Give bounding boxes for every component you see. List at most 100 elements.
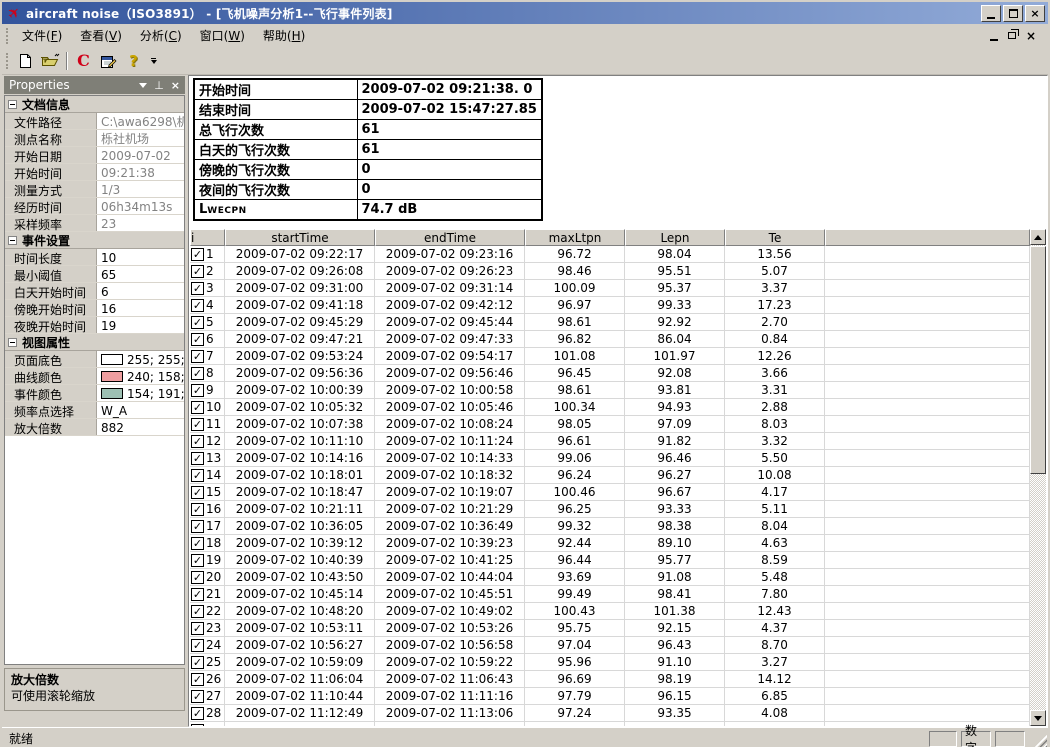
row-checkbox[interactable]: ✓	[191, 452, 204, 465]
row-checkbox[interactable]: ✓	[191, 367, 204, 380]
close-button[interactable]: ×	[1025, 5, 1045, 22]
table-row[interactable]: ✓122009-07-02 10:11:102009-07-02 10:11:2…	[190, 433, 1030, 450]
table-row[interactable]: ✓42009-07-02 09:41:182009-07-02 09:42:12…	[190, 297, 1030, 314]
table-row[interactable]: ✓252009-07-02 10:59:092009-07-02 10:59:2…	[190, 654, 1030, 671]
toolbar-grip[interactable]	[6, 53, 9, 69]
table-row[interactable]: ✓12009-07-02 09:22:172009-07-02 09:23:16…	[190, 246, 1030, 263]
menu-item-F[interactable]: 文件(F)	[13, 24, 71, 47]
mdi-minimize-icon[interactable]	[990, 39, 998, 41]
property-value[interactable]: 882	[97, 419, 184, 435]
new-document-button[interactable]	[13, 49, 38, 72]
minimize-button[interactable]	[981, 5, 1001, 22]
collapse-minus-icon[interactable]	[8, 236, 17, 245]
table-row[interactable]: ✓62009-07-02 09:47:212009-07-02 09:47:33…	[190, 331, 1030, 348]
row-checkbox[interactable]: ✓	[191, 469, 204, 482]
table-row[interactable]: ✓112009-07-02 10:07:382009-07-02 10:08:2…	[190, 416, 1030, 433]
table-row[interactable]: ✓212009-07-02 10:45:142009-07-02 10:45:5…	[190, 586, 1030, 603]
table-row[interactable]: ✓72009-07-02 09:53:242009-07-02 09:54:17…	[190, 348, 1030, 365]
table-row[interactable]: ✓172009-07-02 10:36:052009-07-02 10:36:4…	[190, 518, 1030, 535]
pin-icon[interactable]: ⊥	[154, 79, 164, 92]
open-file-button[interactable]	[38, 49, 63, 72]
property-value[interactable]: 6	[97, 283, 184, 299]
column-header-startTime[interactable]: startTime	[225, 229, 375, 246]
row-checkbox[interactable]: ✓	[191, 690, 204, 703]
row-checkbox[interactable]: ✓	[191, 418, 204, 431]
table-row[interactable]: ✓92009-07-02 10:00:392009-07-02 10:00:58…	[190, 382, 1030, 399]
property-section-header[interactable]: 文档信息	[5, 96, 184, 113]
row-checkbox[interactable]: ✓	[191, 350, 204, 363]
property-value[interactable]: 65	[97, 266, 184, 282]
row-checkbox[interactable]: ✓	[191, 656, 204, 669]
row-checkbox[interactable]: ✓	[191, 384, 204, 397]
table-row[interactable]: ✓152009-07-02 10:18:472009-07-02 10:19:0…	[190, 484, 1030, 501]
property-value[interactable]: 23	[97, 215, 184, 231]
toolbar-options-button[interactable]	[148, 50, 159, 72]
table-row[interactable]: ✓202009-07-02 10:43:502009-07-02 10:44:0…	[190, 569, 1030, 586]
mdi-restore-icon[interactable]	[1008, 32, 1016, 39]
row-checkbox[interactable]: ✓	[191, 622, 204, 635]
row-checkbox[interactable]: ✓	[191, 316, 204, 329]
table-row[interactable]: ✓32009-07-02 09:31:002009-07-02 09:31:14…	[190, 280, 1030, 297]
property-value[interactable]: 255; 255; 25	[97, 351, 184, 367]
table-row[interactable]: ✓282009-07-02 11:12:492009-07-02 11:13:0…	[190, 705, 1030, 722]
menu-item-C[interactable]: 分析(C)	[131, 24, 191, 47]
property-value[interactable]: 154; 191; 18	[97, 385, 184, 401]
table-row[interactable]: ✓272009-07-02 11:10:442009-07-02 11:11:1…	[190, 688, 1030, 705]
panel-dropdown-icon[interactable]	[139, 83, 147, 88]
table-row[interactable]: ✓52009-07-02 09:45:292009-07-02 09:45:44…	[190, 314, 1030, 331]
property-section-header[interactable]: 视图属性	[5, 334, 184, 351]
row-checkbox[interactable]: ✓	[191, 673, 204, 686]
property-value[interactable]: C:\awa6298\机场	[97, 113, 184, 129]
maximize-button[interactable]	[1003, 5, 1023, 22]
property-value[interactable]: 19	[97, 317, 184, 333]
collapse-minus-icon[interactable]	[8, 338, 17, 347]
vertical-scrollbar[interactable]	[1030, 229, 1046, 726]
property-value[interactable]: 10	[97, 249, 184, 265]
table-row[interactable]: ✓162009-07-02 10:21:112009-07-02 10:21:2…	[190, 501, 1030, 518]
panel-close-icon[interactable]: ×	[171, 79, 180, 92]
row-checkbox[interactable]: ✓	[191, 299, 204, 312]
row-checkbox[interactable]: ✓	[191, 503, 204, 516]
row-checkbox[interactable]: ✓	[191, 486, 204, 499]
column-header-maxLtpn[interactable]: maxLtpn	[525, 229, 625, 246]
row-checkbox[interactable]: ✓	[191, 707, 204, 720]
scroll-down-button[interactable]	[1030, 710, 1046, 726]
table-row[interactable]: ✓102009-07-02 10:05:322009-07-02 10:05:4…	[190, 399, 1030, 416]
menu-item-V[interactable]: 查看(V)	[71, 24, 131, 47]
row-checkbox[interactable]: ✓	[191, 248, 204, 261]
scrollbar-thumb[interactable]	[1030, 246, 1046, 474]
row-checkbox[interactable]: ✓	[191, 520, 204, 533]
collapse-minus-icon[interactable]	[8, 100, 17, 109]
column-header-i[interactable]: i	[190, 229, 225, 246]
menu-item-H[interactable]: 帮助(H)	[254, 24, 314, 47]
row-checkbox[interactable]: ✓	[191, 554, 204, 567]
row-checkbox[interactable]: ✓	[191, 605, 204, 618]
table-row[interactable]: ✓82009-07-02 09:56:362009-07-02 09:56:46…	[190, 365, 1030, 382]
table-row[interactable]: ✓182009-07-02 10:39:122009-07-02 10:39:2…	[190, 535, 1030, 552]
calibrate-button[interactable]: C	[71, 49, 96, 72]
row-checkbox[interactable]: ✓	[191, 435, 204, 448]
column-header-endTime[interactable]: endTime	[375, 229, 525, 246]
properties-button[interactable]	[96, 49, 121, 72]
column-header-Te[interactable]: Te	[725, 229, 825, 246]
table-row[interactable]: ✓22009-07-02 09:26:082009-07-02 09:26:23…	[190, 263, 1030, 280]
help-button[interactable]: ?	[121, 49, 146, 72]
table-row[interactable]: ✓192009-07-02 10:40:392009-07-02 10:41:2…	[190, 552, 1030, 569]
property-value[interactable]: 240; 158; 15	[97, 368, 184, 384]
table-row[interactable]: ✓262009-07-02 11:06:042009-07-02 11:06:4…	[190, 671, 1030, 688]
table-row[interactable]: ✓242009-07-02 10:56:272009-07-02 10:56:5…	[190, 637, 1030, 654]
row-checkbox[interactable]: ✓	[191, 401, 204, 414]
table-row[interactable]: ✓222009-07-02 10:48:202009-07-02 10:49:0…	[190, 603, 1030, 620]
property-value[interactable]: 1/3	[97, 181, 184, 197]
row-checkbox[interactable]: ✓	[191, 333, 204, 346]
column-header-Lepn[interactable]: Lepn	[625, 229, 725, 246]
row-checkbox[interactable]: ✓	[191, 588, 204, 601]
table-row[interactable]: ✓132009-07-02 10:14:162009-07-02 10:14:3…	[190, 450, 1030, 467]
property-value[interactable]: 06h34m13s	[97, 198, 184, 214]
properties-panel-header[interactable]: Properties ⊥ ×	[4, 76, 185, 94]
menu-item-W[interactable]: 窗口(W)	[191, 24, 254, 47]
scroll-up-button[interactable]	[1030, 229, 1046, 245]
table-row[interactable]: ✓142009-07-02 10:18:012009-07-02 10:18:3…	[190, 467, 1030, 484]
row-checkbox[interactable]: ✓	[191, 639, 204, 652]
row-checkbox[interactable]: ✓	[191, 265, 204, 278]
